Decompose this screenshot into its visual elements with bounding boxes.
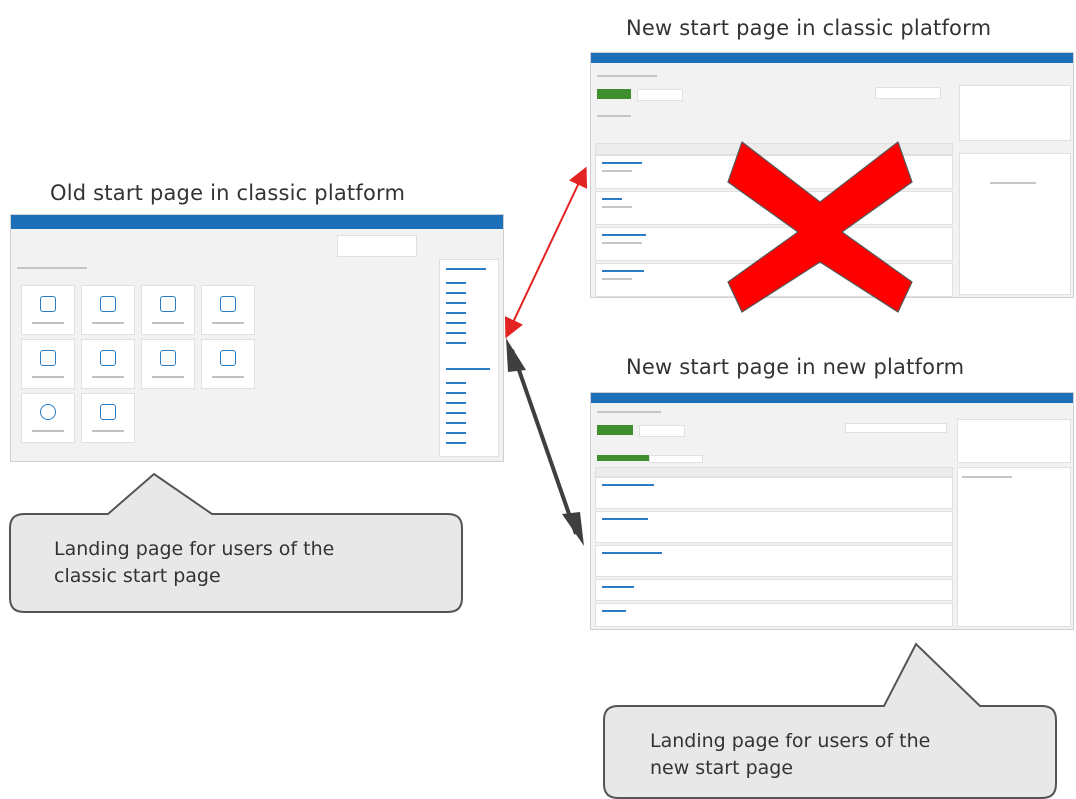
dark-arrowhead-top [506, 338, 526, 372]
dark-double-arrow [510, 349, 578, 535]
red-double-arrow [504, 166, 588, 339]
new-bubble-text: Landing page for users of the new start … [650, 730, 931, 779]
classic-bubble-text: Landing page for users of the classic st… [54, 538, 335, 587]
red-cross-icon [727, 141, 913, 313]
dark-arrowhead-bottom [562, 512, 584, 546]
overlay-graphics [9, 141, 1057, 799]
